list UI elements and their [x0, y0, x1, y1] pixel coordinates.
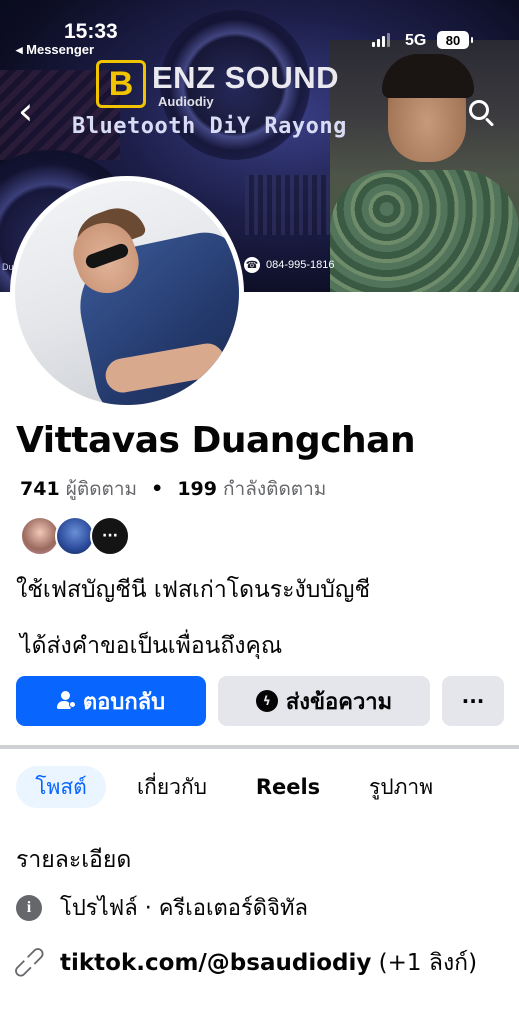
brand-subtitle: Audiodiy: [158, 94, 214, 109]
link-extra[interactable]: (+1 ลิงก์): [371, 950, 477, 976]
detail-link[interactable]: ⊂⊃ tiktok.com/@bsaudiodiy (+1 ลิงก์): [5, 938, 480, 986]
cover-equalizer-graphic: [245, 175, 335, 235]
network-type: 5G: [405, 32, 427, 49]
tab-photos[interactable]: รูปภาพ: [356, 766, 446, 808]
detail-profile-type: i โปรไฟล์ · ครีเอเตอร์ดิจิทัล: [16, 892, 308, 926]
mutual-friends[interactable]: ···: [20, 516, 130, 556]
mutual-avatar[interactable]: [55, 516, 95, 556]
follow-stats: 741 ผู้ติดตาม • 199 กำลังติดตาม: [20, 474, 326, 504]
respond-button-label: ตอบกลับ: [82, 689, 166, 715]
details-heading: รายละเอียด: [16, 847, 132, 873]
back-to-messenger[interactable]: ◂ Messenger: [16, 42, 94, 58]
cover-person-image: [330, 40, 519, 292]
tab-posts[interactable]: โพสต์: [16, 766, 106, 808]
phone-icon: ☎: [244, 257, 260, 273]
message-button-label: ส่งข้อความ: [285, 689, 393, 715]
message-button[interactable]: ϟ ส่งข้อความ: [218, 676, 430, 726]
info-icon: i: [16, 895, 42, 921]
more-mutuals-icon[interactable]: ···: [90, 516, 130, 556]
profile-avatar[interactable]: [10, 176, 244, 410]
brand-tagline: Bluetooth DiY Rayong: [72, 114, 347, 139]
tab-about[interactable]: เกี่ยวกับ: [124, 766, 220, 808]
profile-type-text: โปรไฟล์ · ครีเอเตอร์ดิจิทัล: [60, 896, 308, 921]
messenger-icon: ϟ: [255, 690, 278, 712]
cover-phone-number: 084-995-1816: [266, 259, 335, 271]
person-check-icon: [56, 691, 76, 711]
signal-icon: [372, 33, 390, 47]
section-divider: [0, 745, 519, 749]
cover-phone: ☎ 084-995-1816: [244, 257, 335, 273]
search-icon[interactable]: [467, 98, 497, 128]
link-url[interactable]: tiktok.com/@bsaudiodiy: [60, 950, 371, 976]
followers-label[interactable]: ผู้ติดตาม: [66, 478, 137, 500]
more-options-button[interactable]: ···: [442, 676, 504, 726]
friend-request-text: ได้ส่งคำขอเป็นเพื่อนถึงคุณ: [20, 633, 283, 659]
mutual-avatar[interactable]: [20, 516, 60, 556]
following-label[interactable]: กำลังติดตาม: [223, 478, 326, 500]
brand-title: ENZ SOUND: [152, 60, 340, 95]
battery-level: 80: [445, 32, 461, 48]
battery-icon: 80: [437, 31, 473, 49]
brand-logo: B: [96, 60, 146, 108]
profile-bio: ใช้เฟสบัญชีนี เฟสเก่าโดนระงับบัญชี: [16, 577, 371, 603]
back-arrow-icon[interactable]: ‹: [18, 92, 48, 130]
respond-button[interactable]: ตอบกลับ: [16, 676, 206, 726]
following-count[interactable]: 199: [177, 478, 217, 500]
stats-separator: •: [151, 478, 164, 500]
link-icon: ⊂⊃: [4, 937, 54, 987]
followers-count[interactable]: 741: [20, 478, 60, 500]
link-text[interactable]: tiktok.com/@bsaudiodiy (+1 ลิงก์): [60, 946, 480, 980]
status-time: 15:33: [64, 20, 118, 43]
profile-name: Vittavas Duangchan: [16, 420, 416, 461]
tab-reels[interactable]: Reels: [246, 766, 330, 808]
